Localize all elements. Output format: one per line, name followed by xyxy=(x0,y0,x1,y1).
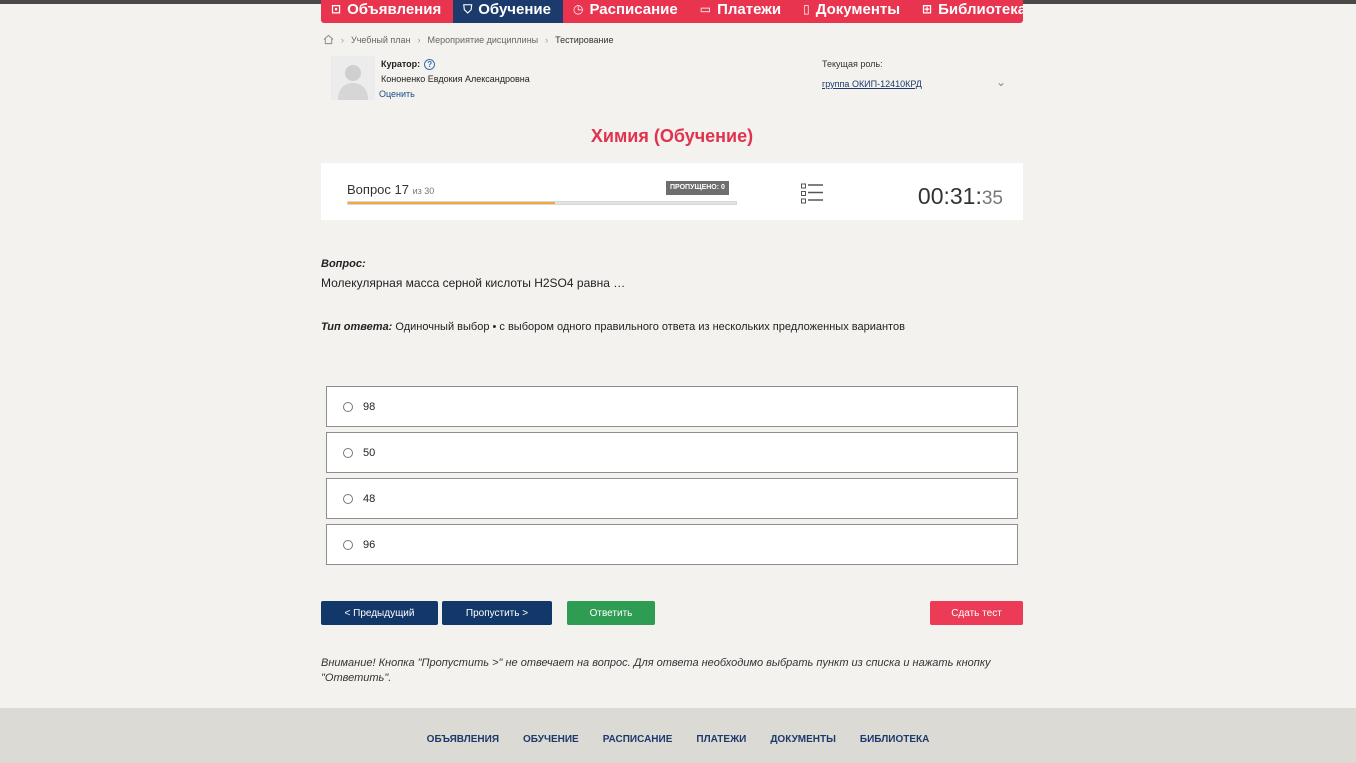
nav-item-learning[interactable]: ⛉ Обучение xyxy=(453,0,563,23)
clock-icon: ◷ xyxy=(573,2,584,16)
answer-option[interactable]: 98 xyxy=(326,386,1018,427)
timer: 00:31:35 xyxy=(918,183,1003,210)
graduation-icon: ⛉ xyxy=(463,2,473,16)
page-title: Химия (Обучение) xyxy=(590,126,754,146)
breadcrumb: › Учебный план › Мероприятие дисциплины … xyxy=(323,34,614,45)
home-icon[interactable] xyxy=(323,34,334,45)
timer-seconds: 35 xyxy=(981,188,1003,209)
footer-links: ОБЪЯВЛЕНИЯ ОБУЧЕНИЕ РАСПИСАНИЕ ПЛАТЕЖИ Д… xyxy=(0,734,1356,745)
footer-link-learning[interactable]: ОБУЧЕНИЕ xyxy=(523,734,579,745)
footer-link-documents[interactable]: ДОКУМЕНТЫ xyxy=(770,734,836,745)
document-icon: ▯ xyxy=(803,2,810,16)
answer-type: Тип ответа: Одиночный выбор • с выбором … xyxy=(321,321,905,333)
skipped-badge: ПРОПУЩЕНО: 0 xyxy=(666,181,729,195)
chevron-down-icon[interactable]: ⌄ xyxy=(996,75,1006,89)
question-list-icon[interactable] xyxy=(801,183,823,204)
question-text: Молекулярная масса серной кислоты H2SO4 … xyxy=(321,276,626,290)
megaphone-icon: ⊡ xyxy=(331,2,342,16)
radio-button[interactable] xyxy=(343,447,353,458)
curator-name: Кононенко Евдокия Александровна xyxy=(381,74,530,84)
radio-button[interactable] xyxy=(343,539,353,550)
nav-item-announcements[interactable]: ⊡ Объявления xyxy=(321,0,453,23)
footer: ОБЪЯВЛЕНИЯ ОБУЧЕНИЕ РАСПИСАНИЕ ПЛАТЕЖИ Д… xyxy=(0,708,1356,763)
footer-link-payments[interactable]: ПЛАТЕЖИ xyxy=(696,734,746,745)
answer-options: 98 50 48 96 xyxy=(326,386,1018,570)
nav-item-label: Библиотека xyxy=(938,1,1023,18)
breadcrumb-item-curriculum[interactable]: Учебный план xyxy=(351,35,411,45)
role-select[interactable]: группа ОКИП-12410КРД xyxy=(822,79,922,89)
submit-test-button[interactable]: Сдать тест xyxy=(930,601,1023,625)
skip-button[interactable]: Пропустить > xyxy=(442,601,552,625)
footer-link-announcements[interactable]: ОБЪЯВЛЕНИЯ xyxy=(427,734,499,745)
previous-button[interactable]: < Предыдущий xyxy=(321,601,438,625)
curator-label: Куратор:? xyxy=(381,59,436,71)
answer-type-label: Тип ответа: xyxy=(321,321,393,333)
nav-item-label: Платежи xyxy=(717,1,782,18)
user-silhouette-icon xyxy=(338,65,368,100)
radio-button[interactable] xyxy=(343,401,353,412)
answer-option[interactable]: 50 xyxy=(326,432,1018,473)
progress-fill xyxy=(348,202,555,204)
footer-link-schedule[interactable]: РАСПИСАНИЕ xyxy=(603,734,673,745)
question-counter: Вопрос 17 из 30 xyxy=(347,182,434,197)
nav-item-label: Документы xyxy=(815,1,901,18)
answer-option-label: 96 xyxy=(363,538,376,551)
answer-option[interactable]: 96 xyxy=(326,524,1018,565)
nav-item-label: Объявления xyxy=(347,1,442,18)
timer-main: 00:31: xyxy=(917,183,982,209)
answer-option-label: 50 xyxy=(363,446,376,459)
test-status-card: Вопрос 17 из 30 ПРОПУЩЕНО: 0 00:31:35 xyxy=(321,163,1023,220)
progress-bar xyxy=(347,201,737,205)
breadcrumb-item-testing: Тестирование xyxy=(555,34,614,45)
question-number: Вопрос 17 xyxy=(347,182,409,197)
answer-option-label: 98 xyxy=(363,400,376,413)
library-icon: ⊞ xyxy=(922,2,933,16)
main-nav: ⊡ Объявления ⛉ Обучение ◷ Расписание ▭ П… xyxy=(321,0,1023,23)
answer-type-value: Одиночный выбор • с выбором одного прави… xyxy=(392,321,905,333)
breadcrumb-separator: › xyxy=(341,34,344,45)
footer-link-library[interactable]: БИБЛИОТЕКА xyxy=(860,734,929,745)
breadcrumb-separator: › xyxy=(417,34,421,45)
breadcrumb-item-event[interactable]: Мероприятие дисциплины xyxy=(428,35,539,45)
question-heading: Вопрос: xyxy=(321,258,366,270)
nav-item-label: Обучение xyxy=(478,1,551,18)
warning-text: Внимание! Кнопка "Пропустить >" не отвеч… xyxy=(321,657,991,684)
nav-item-library[interactable]: ⊞ Библиотека ⌄ xyxy=(912,0,1023,23)
answer-button[interactable]: Ответить xyxy=(567,601,655,625)
nav-item-payments[interactable]: ▭ Платежи xyxy=(690,0,793,23)
breadcrumb-separator: › xyxy=(545,34,549,45)
question-total: из 30 xyxy=(412,186,435,196)
nav-item-schedule[interactable]: ◷ Расписание xyxy=(563,0,690,23)
help-icon[interactable]: ? xyxy=(424,59,436,71)
avatar xyxy=(331,56,375,100)
nav-item-documents[interactable]: ▯ Документы xyxy=(793,0,912,23)
curator-label-text: Куратор: xyxy=(381,59,421,69)
rate-curator-link[interactable]: Оценить xyxy=(379,89,415,99)
answer-option-label: 48 xyxy=(363,492,376,505)
role-label: Текущая роль: xyxy=(822,59,883,69)
answer-option[interactable]: 48 xyxy=(326,478,1018,519)
radio-button[interactable] xyxy=(343,493,353,504)
nav-item-label: Расписание xyxy=(589,1,678,18)
wallet-icon: ▭ xyxy=(699,2,712,16)
